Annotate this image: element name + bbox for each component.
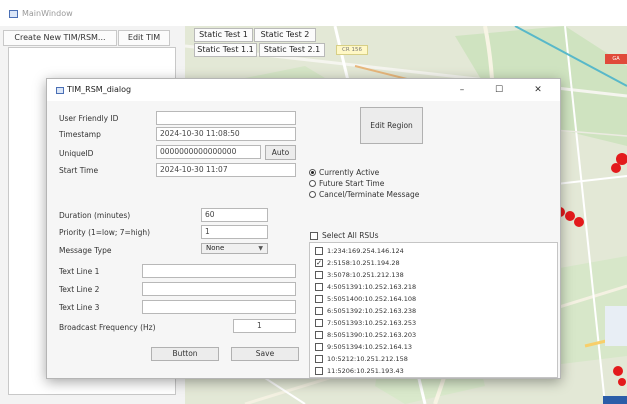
start-time-label: Start Time: [59, 166, 99, 175]
checkbox[interactable]: [315, 295, 323, 303]
start-time-field[interactable]: 2024-10-30 11:07: [156, 163, 296, 177]
rsu-label: 11:5206:10.251.193.43: [327, 367, 404, 375]
duration-field[interactable]: 60: [201, 208, 268, 222]
currently-active-label: Currently Active: [319, 168, 380, 177]
dialog-titlebar: TIM_RSM_dialog – ☐ ✕: [47, 79, 560, 101]
checkbox[interactable]: [315, 355, 323, 363]
rsu-label: 5:5051400:10.252.164.108: [327, 295, 417, 303]
app-window-icon: [9, 10, 18, 18]
main-window-title: MainWindow: [22, 9, 73, 18]
maximize-button[interactable]: ☐: [490, 83, 508, 97]
generic-button[interactable]: Button: [151, 347, 219, 361]
text-line-2-field[interactable]: [142, 282, 296, 296]
checkbox[interactable]: [315, 283, 323, 291]
text-line-3-label: Text Line 3: [59, 303, 100, 312]
rsu-label: 2:5158:10.251.194.28: [327, 259, 400, 267]
tab-static-test-2[interactable]: Static Test 2: [254, 28, 316, 42]
unique-id-field[interactable]: 0000000000000000: [156, 145, 261, 159]
main-titlebar: MainWindow: [0, 0, 627, 26]
tab-static-test-1[interactable]: Static Test 1: [194, 28, 253, 42]
text-line-1-label: Text Line 1: [59, 267, 100, 276]
minimize-button[interactable]: –: [453, 83, 471, 97]
rsu-label: 1:234:169.254.146.124: [327, 247, 404, 255]
dialog-window-icon: [56, 87, 64, 94]
broadcast-frequency-field[interactable]: 1: [233, 319, 296, 333]
timestamp-label: Timestamp: [59, 130, 101, 139]
timestamp-field[interactable]: 2024-10-30 11:08:50: [156, 127, 296, 141]
user-friendly-id-label: User Friendly ID: [59, 114, 119, 123]
road-badge: CR 156: [336, 45, 368, 55]
edit-region-button[interactable]: Edit Region: [360, 107, 423, 144]
checkbox[interactable]: [315, 307, 323, 315]
select-all-rsus-checkbox[interactable]: [310, 232, 318, 240]
tim-rsm-dialog: TIM_RSM_dialog – ☐ ✕ User Friendly ID Ti…: [46, 78, 561, 379]
broadcast-frequency-label: Broadcast Frequency (Hz): [59, 323, 156, 332]
rsu-label: 4:5051391:10.252.163.218: [327, 283, 417, 291]
edit-tim-button[interactable]: Edit TIM: [118, 30, 170, 46]
rsu-label: 7:5051393:10.252.163.253: [327, 319, 417, 327]
user-friendly-id-field[interactable]: [156, 111, 296, 125]
text-line-2-label: Text Line 2: [59, 285, 100, 294]
tab-static-test-1-1[interactable]: Static Test 1.1: [194, 43, 257, 57]
screen: MainWindow Create New TIM/RSM... Edit TI…: [0, 0, 627, 404]
priority-label: Priority (1=low; 7=high): [59, 228, 151, 237]
rsu-label: 10:5212:10.251.212.158: [327, 355, 408, 363]
message-type-value: None: [206, 244, 225, 252]
checkbox[interactable]: [315, 247, 323, 255]
rsu-label: 9:5051394:10.252.164.13: [327, 343, 413, 351]
message-type-select[interactable]: None ▼: [201, 243, 268, 254]
future-start-time-label: Future Start Time: [319, 179, 385, 188]
checkbox[interactable]: [315, 343, 323, 351]
unique-id-label: UniqueID: [59, 149, 94, 158]
cancel-terminate-label: Cancel/Terminate Message: [319, 190, 420, 199]
dialog-title: TIM_RSM_dialog: [67, 85, 132, 94]
checkbox[interactable]: [315, 271, 323, 279]
auto-button[interactable]: Auto: [265, 145, 296, 160]
checkbox[interactable]: [315, 331, 323, 339]
radio-cancel-terminate[interactable]: [309, 191, 316, 198]
map-corner-label: GA: [605, 54, 627, 64]
text-line-1-field[interactable]: [142, 264, 296, 278]
checkbox[interactable]: [315, 319, 323, 327]
save-button[interactable]: Save: [231, 347, 299, 361]
rsu-label: 6:5051392:10.252.163.238: [327, 307, 417, 315]
checkbox-checked[interactable]: ✓: [315, 259, 323, 267]
checkbox[interactable]: [315, 367, 323, 375]
radio-currently-active[interactable]: [309, 169, 316, 176]
select-all-rsus-label: Select All RSUs: [322, 231, 379, 240]
create-new-tim-button[interactable]: Create New TIM/RSM...: [3, 30, 117, 46]
chevron-down-icon: ▼: [258, 245, 263, 252]
close-button[interactable]: ✕: [529, 83, 547, 97]
radio-future-start-time[interactable]: [309, 180, 316, 187]
rsu-label: 3:5078:10.251.212.138: [327, 271, 404, 279]
duration-label: Duration (minutes): [59, 211, 131, 220]
text-line-3-field[interactable]: [142, 300, 296, 314]
rsu-list[interactable]: 1:234:169.254.146.124 ✓ 2:5158:10.251.194.…: [309, 242, 558, 378]
rsu-label: 8:5051390:10.252.163.203: [327, 331, 417, 339]
tab-static-test-2-1[interactable]: Static Test 2.1: [259, 43, 325, 57]
priority-field[interactable]: 1: [201, 225, 268, 239]
message-type-label: Message Type: [59, 246, 112, 255]
